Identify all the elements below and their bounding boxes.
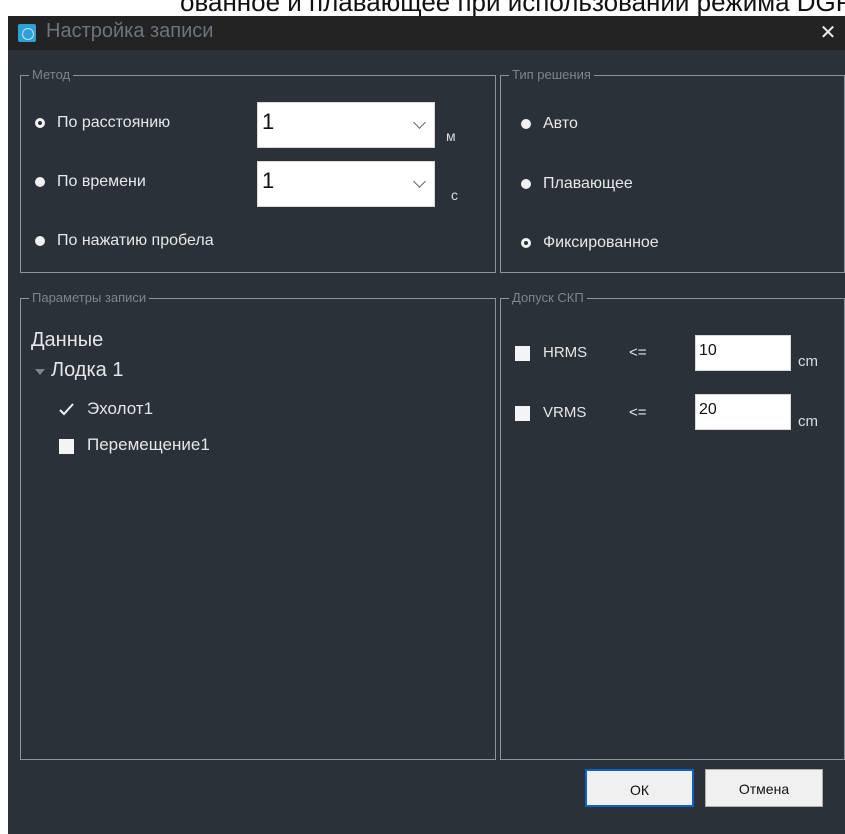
checkmark-icon — [59, 403, 74, 416]
radio-icon — [521, 179, 531, 189]
solution-group-title: Тип решения — [509, 66, 594, 84]
record-params-group: Параметры записи Данные Лодка 1 Эхолот1 … — [20, 289, 496, 760]
tolerance-group-title: Допуск СКП — [509, 289, 587, 307]
hrms-label: HRMS — [543, 344, 588, 361]
time-combo[interactable]: 1 — [257, 161, 435, 207]
radio-auto[interactable]: Авто — [521, 115, 578, 133]
distance-unit: м — [446, 128, 456, 144]
app-icon — [18, 24, 36, 42]
method-group: Метод По расстоянию 1 м По времени 1 с П… — [20, 66, 496, 273]
radio-float[interactable]: Плавающее — [521, 175, 633, 193]
title-bar[interactable]: Настройка записи ✕ — [8, 16, 845, 50]
cancel-button[interactable]: Отмена — [705, 769, 823, 807]
movement-label: Перемещение1 — [87, 435, 210, 454]
radio-icon — [35, 177, 45, 187]
radio-by-time[interactable]: По времени — [35, 173, 146, 191]
hrms-checkbox[interactable] — [515, 346, 530, 361]
record-group-title: Параметры записи — [29, 289, 150, 307]
distance-value: 1 — [262, 109, 275, 134]
time-unit: с — [451, 187, 458, 203]
vrms-unit: cm — [798, 413, 818, 430]
radio-fixed-label: Фиксированное — [543, 234, 659, 251]
close-button[interactable]: ✕ — [811, 16, 845, 50]
hrms-unit: cm — [798, 353, 818, 370]
close-icon: ✕ — [819, 22, 837, 44]
window-title: Настройка записи — [46, 20, 214, 42]
hrms-value: 10 — [699, 342, 717, 359]
radio-auto-label: Авто — [543, 115, 578, 132]
radio-icon — [35, 236, 45, 246]
radio-float-label: Плавающее — [543, 175, 633, 192]
radio-by-distance-label: По расстоянию — [57, 114, 171, 131]
radio-fixed[interactable]: Фиксированное — [521, 234, 659, 252]
radio-by-space-label: По нажатию пробела — [57, 232, 214, 249]
vrms-label: VRMS — [543, 404, 587, 421]
radio-by-time-label: По времени — [57, 173, 146, 190]
vrms-operator: <= — [629, 404, 647, 421]
chevron-down-icon — [413, 116, 426, 129]
radio-icon-selected — [35, 118, 45, 128]
hrms-input[interactable]: 10 — [695, 335, 791, 371]
solution-type-group: Тип решения Авто Плавающее Фиксированное — [500, 66, 845, 273]
ok-button[interactable]: ОК — [585, 769, 694, 807]
chevron-down-icon — [413, 175, 426, 188]
radio-icon-selected — [521, 238, 531, 248]
movement-checkbox[interactable] — [59, 439, 74, 454]
radio-by-distance[interactable]: По расстоянию — [35, 114, 170, 132]
time-value: 1 — [262, 168, 275, 193]
vrms-value: 20 — [699, 401, 717, 418]
expand-triangle-icon[interactable] — [35, 369, 45, 375]
hrms-operator: <= — [629, 344, 647, 361]
radio-icon — [521, 119, 531, 129]
tree-root-data[interactable]: Данные — [31, 329, 103, 352]
radio-by-space[interactable]: По нажатию пробела — [35, 232, 214, 250]
echosounder-label: Эхолот1 — [87, 399, 154, 418]
distance-combo[interactable]: 1 — [257, 102, 435, 148]
echosounder-checkbox[interactable] — [59, 402, 74, 417]
method-group-title: Метод — [29, 66, 74, 84]
tolerance-group: Допуск СКП HRMS <= 10 cm VRMS <= 20 cm — [500, 289, 845, 760]
vrms-checkbox[interactable] — [515, 406, 530, 421]
tree-node-boat[interactable]: Лодка 1 — [51, 359, 123, 382]
record-settings-dialog: Настройка записи ✕ Метод По расстоянию 1… — [8, 16, 845, 834]
vrms-input[interactable]: 20 — [695, 394, 791, 430]
